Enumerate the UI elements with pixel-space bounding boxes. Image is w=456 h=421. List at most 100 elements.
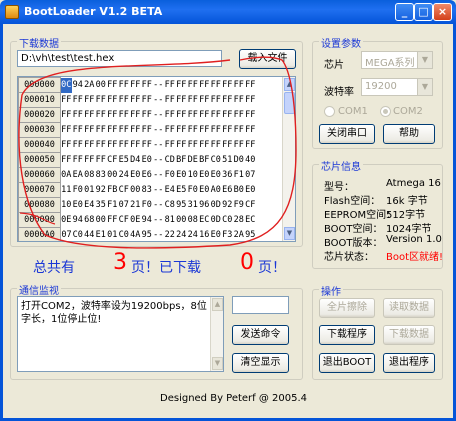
hex-byte-cell[interactable]: FF	[176, 108, 188, 123]
hex-byte-cell[interactable]: 83	[95, 168, 107, 183]
hex-byte-cell[interactable]: 10	[61, 198, 73, 213]
com2-radio[interactable]	[380, 106, 391, 117]
hex-byte-cell[interactable]: A0	[210, 183, 222, 198]
hex-byte-cell[interactable]: E0	[130, 168, 142, 183]
hex-byte-cell[interactable]: --	[153, 108, 165, 123]
hex-byte-cell[interactable]: 83	[141, 183, 153, 198]
hex-byte-cell[interactable]: 4A	[130, 228, 142, 242]
hex-byte-cell[interactable]: B0	[233, 183, 245, 198]
hex-byte-cell[interactable]: FF	[141, 138, 153, 153]
hex-byte-cell[interactable]: 00	[95, 78, 107, 93]
hex-byte-cell[interactable]: FF	[187, 108, 199, 123]
hex-byte-cell[interactable]: --	[153, 138, 165, 153]
hex-byte-cell[interactable]: 01	[107, 228, 119, 242]
hex-byte-cell[interactable]: FF	[72, 93, 84, 108]
hex-byte-cell[interactable]: --	[153, 198, 165, 213]
hex-byte-cell[interactable]: 11	[61, 183, 73, 198]
hex-byte-cell[interactable]: FF	[222, 78, 234, 93]
hex-byte-cell[interactable]: 35	[95, 198, 107, 213]
hex-byte-cell[interactable]: 31	[187, 198, 199, 213]
hex-byte-cell[interactable]: FF	[61, 138, 73, 153]
hex-byte-cell[interactable]: 68	[84, 213, 96, 228]
hex-byte-cell[interactable]: 10	[187, 168, 199, 183]
hex-byte-cell[interactable]: FF	[130, 108, 142, 123]
hex-byte-cell[interactable]: FF	[72, 153, 84, 168]
maximize-button[interactable]: □	[414, 3, 433, 21]
hex-byte-cell[interactable]: FF	[118, 78, 130, 93]
close-port-button[interactable]: 关闭串口	[319, 124, 375, 144]
hex-byte-cell[interactable]: D4	[130, 153, 142, 168]
hex-byte-cell[interactable]: 24	[176, 228, 188, 242]
hex-byte-cell[interactable]: FF	[245, 138, 257, 153]
hex-byte-cell[interactable]: --	[153, 93, 165, 108]
clear-display-button[interactable]: 清空显示	[232, 353, 289, 373]
hex-byte-cell[interactable]: E0	[210, 228, 222, 242]
hex-byte-cell[interactable]: F9	[233, 198, 245, 213]
hex-byte-cell[interactable]: E1	[95, 228, 107, 242]
hex-byte-cell[interactable]: E0	[176, 168, 188, 183]
hex-byte-cell[interactable]: D0	[233, 153, 245, 168]
hex-byte-cell[interactable]: FF	[176, 93, 188, 108]
hex-byte-cell[interactable]: FF	[176, 138, 188, 153]
hex-byte-cell[interactable]: FF	[95, 108, 107, 123]
hex-byte-cell[interactable]: FF	[199, 108, 211, 123]
hex-byte-cell[interactable]: 95	[141, 228, 153, 242]
send-command-button[interactable]: 发送命令	[232, 325, 289, 345]
hex-byte-cell[interactable]: FF	[199, 138, 211, 153]
hex-byte-cell[interactable]: E0	[199, 168, 211, 183]
hex-byte-cell[interactable]: 95	[176, 198, 188, 213]
hex-byte-cell[interactable]: 22	[164, 228, 176, 242]
hex-byte-cell[interactable]: E0	[72, 198, 84, 213]
hex-byte-cell[interactable]: FF	[118, 93, 130, 108]
hex-byte-cell[interactable]: FF	[245, 78, 257, 93]
hex-byte-cell[interactable]: EC	[245, 213, 257, 228]
hex-byte-cell[interactable]: 96	[199, 198, 211, 213]
hex-byte-cell[interactable]: 92	[95, 183, 107, 198]
hex-byte-cell[interactable]: FF	[130, 78, 142, 93]
hex-byte-cell[interactable]: FF	[118, 108, 130, 123]
hex-byte-cell[interactable]: 24	[118, 168, 130, 183]
hex-byte-cell[interactable]: 0E	[61, 213, 73, 228]
hex-byte-cell[interactable]: DE	[187, 153, 199, 168]
hex-byte-cell[interactable]: FF	[61, 108, 73, 123]
hex-byte-cell[interactable]: FF	[130, 138, 142, 153]
hex-byte-cell[interactable]: FF	[118, 138, 130, 153]
hex-byte-cell[interactable]: F0	[141, 198, 153, 213]
hex-byte-cell[interactable]: FF	[176, 123, 188, 138]
hex-byte-cell[interactable]: FF	[84, 123, 96, 138]
hex-byte-cell[interactable]: E6	[222, 183, 234, 198]
hex-byte-cell[interactable]: 0A	[61, 168, 73, 183]
hex-byte-cell[interactable]: --	[153, 168, 165, 183]
hex-byte-cell[interactable]: BF	[176, 153, 188, 168]
hex-byte-cell[interactable]: --	[153, 78, 165, 93]
hex-byte-cell[interactable]: FF	[72, 123, 84, 138]
hex-byte-cell[interactable]: FF	[210, 93, 222, 108]
hex-byte-cell[interactable]: 0D	[210, 213, 222, 228]
hex-byte-cell[interactable]: F1	[107, 198, 119, 213]
hex-byte-cell[interactable]: FF	[233, 123, 245, 138]
hex-byte-cell[interactable]: CF	[107, 153, 119, 168]
hex-byte-cell[interactable]: --	[153, 183, 165, 198]
hex-byte-cell[interactable]: EA	[72, 168, 84, 183]
hex-byte-cell[interactable]: FF	[130, 93, 142, 108]
hex-byte-cell[interactable]: FF	[95, 123, 107, 138]
hex-byte-cell[interactable]: 24	[187, 228, 199, 242]
hex-byte-cell[interactable]: FF	[141, 108, 153, 123]
hex-byte-cell[interactable]: 40	[245, 153, 257, 168]
hex-byte-cell[interactable]: FF	[222, 93, 234, 108]
hex-byte-cell[interactable]: FF	[72, 138, 84, 153]
hex-scrollbar[interactable]: ▲ ▼	[282, 77, 295, 241]
log-scroll-down-icon[interactable]: ▼	[212, 357, 223, 370]
hex-byte-cell[interactable]: BF	[199, 153, 211, 168]
hex-byte-cell[interactable]: 92	[222, 198, 234, 213]
hex-byte-cell[interactable]: FF	[222, 123, 234, 138]
send-command-input[interactable]	[232, 296, 289, 314]
hex-byte-cell[interactable]: FF	[164, 123, 176, 138]
hex-byte-cell[interactable]: E0	[199, 183, 211, 198]
hex-byte-cell[interactable]: FF	[233, 78, 245, 93]
hex-byte-cell[interactable]: FF	[187, 78, 199, 93]
hex-byte-cell[interactable]: FF	[118, 123, 130, 138]
full-erase-button[interactable]: 全片擦除	[319, 298, 375, 318]
hex-byte-cell[interactable]: E0	[210, 168, 222, 183]
hex-byte-cell[interactable]: FF	[187, 123, 199, 138]
